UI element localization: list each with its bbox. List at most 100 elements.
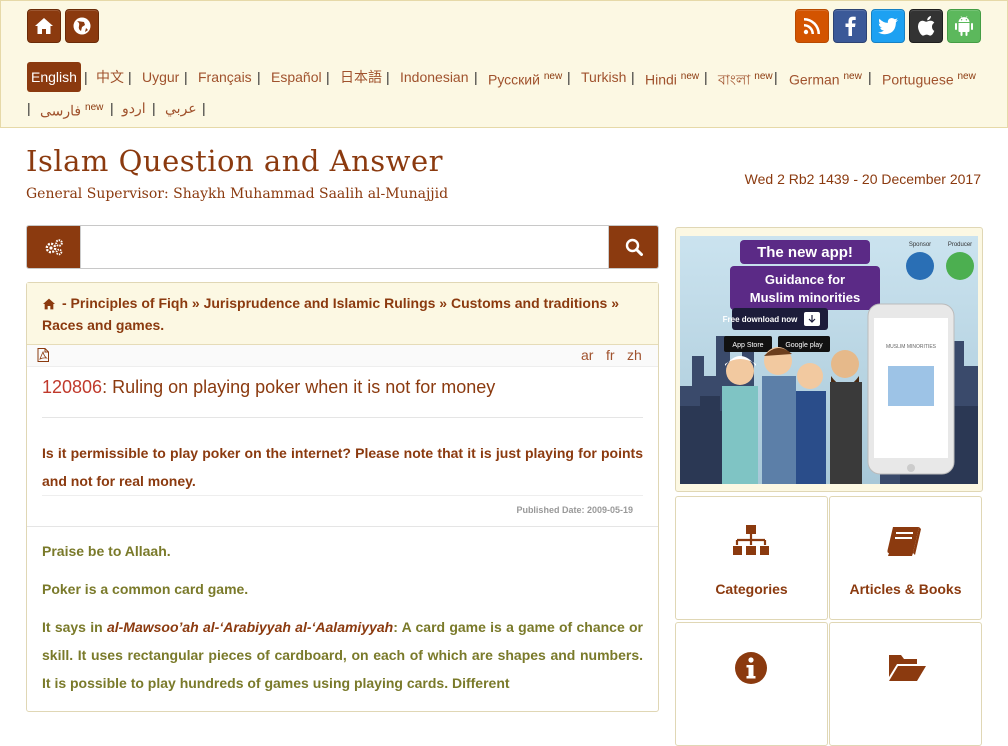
tile-folder[interactable] [829, 622, 982, 746]
language-menu-row1: English | 中文 | Uygur | Français | Españo… [27, 62, 987, 92]
divider [42, 495, 643, 496]
site-subtitle: General Supervisor: Shaykh Muhammad Saal… [26, 186, 449, 202]
app-ad-banner[interactable]: The new app! Guidance for Muslim minorit… [680, 236, 978, 484]
twitter-icon [878, 17, 898, 34]
published-date: Published Date: 2009-05-19 [516, 505, 633, 515]
globe-icon [73, 17, 91, 35]
lang-persian[interactable]: فارسی new [40, 93, 103, 126]
lang-russian[interactable]: Русский new [488, 62, 562, 95]
translation-link-fr[interactable]: fr [606, 347, 615, 363]
new-badge: new [543, 71, 563, 82]
divider [42, 417, 643, 418]
search-button[interactable] [609, 226, 658, 268]
tile-articles-books[interactable]: Articles & Books [829, 496, 982, 620]
lang-bengali[interactable]: বাংলা new [718, 62, 773, 95]
search-icon [625, 238, 643, 256]
lang-separator: | [27, 100, 31, 116]
lang-urdu[interactable]: اردو [122, 93, 146, 123]
lang-label: Русский [488, 71, 540, 88]
answer-paragraph: It says in al-Mawsoo’ah al-‘Arabiyyah al… [42, 613, 643, 697]
new-badge: new [843, 71, 862, 82]
search-bar [26, 225, 659, 269]
pdf-icon[interactable] [37, 348, 49, 367]
ad-headline: The new app! [757, 244, 853, 261]
tile-info[interactable] [675, 622, 828, 746]
lang-hindi[interactable]: Hindi new [645, 62, 699, 95]
lang-german[interactable]: German new [789, 62, 862, 95]
lang-turkish[interactable]: Turkish [581, 62, 626, 92]
gears-icon [45, 239, 63, 256]
new-badge: new [754, 71, 773, 82]
advanced-search-button[interactable] [27, 226, 80, 268]
lang-separator: | [774, 69, 778, 85]
lang-label: Hindi [645, 71, 677, 88]
home-icon [35, 18, 53, 34]
apple-icon [917, 16, 934, 36]
lang-separator: | [567, 69, 571, 85]
lang-separator: | [868, 69, 872, 85]
book-icon [887, 527, 921, 556]
answer-text: It says in [42, 619, 107, 635]
question-number[interactable]: 120806 [42, 377, 102, 397]
lang-japanese[interactable]: 日本語 [340, 62, 382, 92]
globe-button[interactable] [65, 9, 99, 43]
ad-subline: Muslim minorities [750, 290, 861, 305]
tools-row: ar fr zh [27, 345, 658, 367]
lang-label: فارسی [40, 102, 82, 119]
lang-separator: | [326, 69, 330, 85]
lang-arabic[interactable]: عربي [165, 93, 197, 123]
lang-separator: | [386, 69, 390, 85]
android-button[interactable] [947, 9, 981, 43]
cited-source: al-Mawsoo’ah al-‘Arabiyyah al-‘Aalamiyya… [106, 619, 394, 635]
lang-chinese[interactable]: 中文 [96, 62, 124, 92]
question-title: 120806: Ruling on playing poker when it … [42, 377, 495, 398]
divider [27, 526, 658, 527]
home-button[interactable] [27, 9, 61, 43]
info-icon [735, 652, 767, 684]
rss-icon [803, 18, 820, 35]
lang-separator: | [704, 69, 708, 85]
lang-indonesian[interactable]: Indonesian [400, 62, 469, 92]
sitemap-icon [733, 525, 769, 555]
breadcrumb: - Principles of Fiqh » Jurisprudence and… [27, 283, 658, 345]
question-body: Is it permissible to play poker on the i… [42, 445, 643, 489]
lang-separator: | [84, 69, 88, 85]
ad-sponsor: Sponsor [909, 242, 931, 248]
lang-spanish[interactable]: Español [271, 62, 322, 92]
lang-separator: | [257, 69, 261, 85]
ad-phone-title: MUSLIM MINORITIES [886, 344, 937, 350]
translation-link-zh[interactable]: zh [627, 347, 642, 363]
lang-separator: | [184, 69, 188, 85]
apple-button[interactable] [909, 9, 943, 43]
ad-subline: Guidance for [765, 272, 845, 287]
tile-categories[interactable]: Categories [675, 496, 828, 620]
site-title[interactable]: Islam Question and Answer [26, 144, 443, 178]
android-icon [955, 16, 973, 36]
lang-english[interactable]: English [27, 62, 81, 92]
home-icon[interactable] [42, 295, 56, 315]
top-bar: English | 中文 | Uygur | Français | Españo… [0, 0, 1008, 128]
question-title-text: : Ruling on playing poker when it is not… [102, 377, 496, 397]
lang-label: Portuguese [882, 71, 954, 88]
language-menu-row2: | فارسی new | اردو | عربي | [27, 93, 327, 119]
ad-illustration: The new app! Guidance for Muslim minorit… [680, 240, 978, 484]
facebook-button[interactable] [833, 9, 867, 43]
facebook-icon [845, 16, 856, 36]
lang-uygur[interactable]: Uygur [142, 62, 179, 92]
search-input[interactable] [80, 226, 609, 268]
breadcrumb-text[interactable]: - Principles of Fiqh » Jurisprudence and… [42, 295, 619, 333]
lang-separator: | [128, 69, 132, 85]
lang-portuguese[interactable]: Portuguese new [882, 62, 976, 95]
tile-label: Categories [715, 581, 788, 597]
rss-button[interactable] [795, 9, 829, 43]
answer-paragraph: Praise be to Allaah. [42, 543, 171, 559]
ad-producer: Producer [948, 242, 972, 248]
ad-google-play: Google play [785, 342, 823, 349]
question-panel: - Principles of Fiqh » Jurisprudence and… [26, 282, 659, 712]
lang-separator: | [152, 100, 156, 116]
translation-link-ar[interactable]: ar [581, 347, 593, 363]
lang-french[interactable]: Français [198, 62, 252, 92]
new-badge: new [957, 71, 976, 82]
twitter-button[interactable] [871, 9, 905, 43]
new-badge: new [85, 102, 104, 113]
